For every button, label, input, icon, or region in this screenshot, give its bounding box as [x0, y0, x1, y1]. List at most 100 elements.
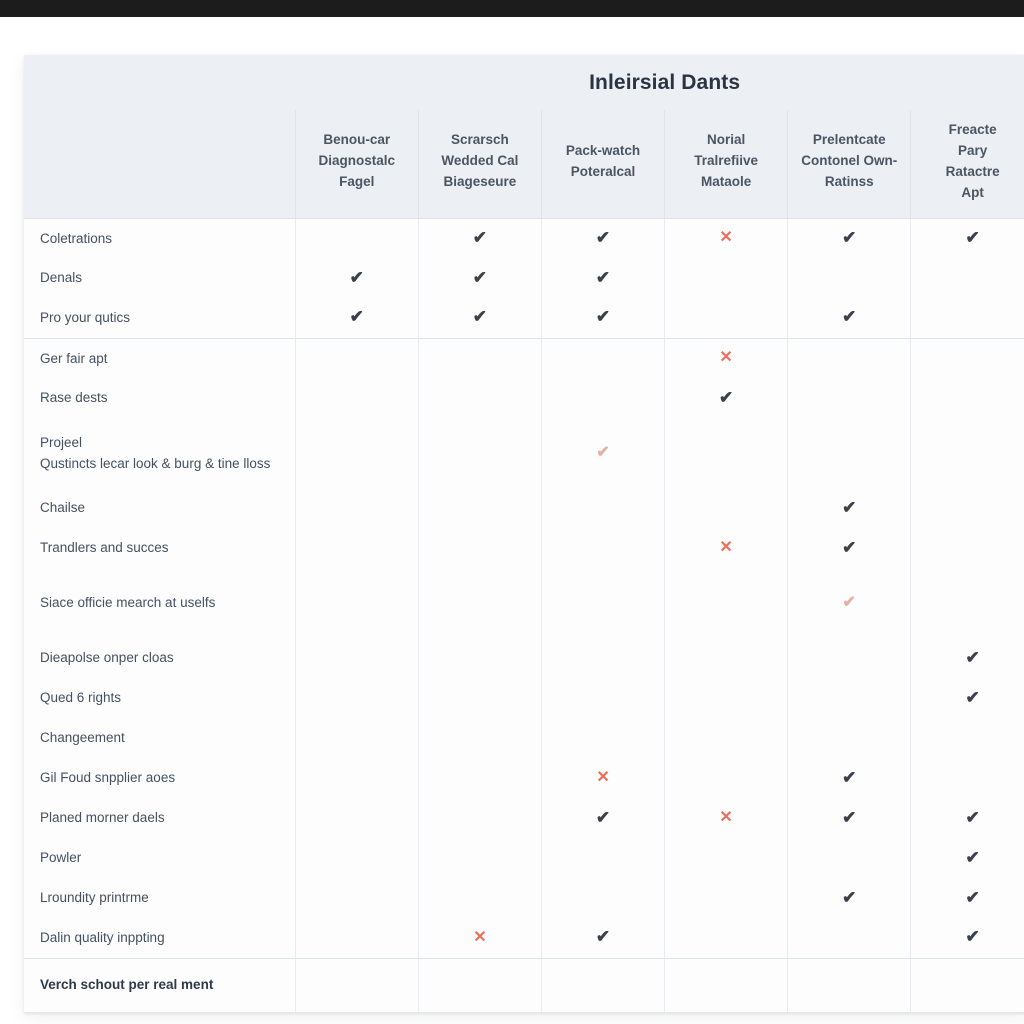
matrix-cell[interactable] — [417, 418, 542, 489]
matrix-cell[interactable] — [664, 678, 788, 719]
matrix-cell[interactable] — [787, 638, 911, 679]
matrix-cell[interactable]: ✕ — [664, 337, 788, 379]
matrix-cell[interactable]: ✔ — [787, 528, 911, 569]
matrix-cell[interactable] — [540, 957, 665, 1013]
matrix-cell[interactable]: ✕ — [664, 218, 788, 259]
matrix-cell[interactable] — [294, 488, 419, 529]
matrix-cell[interactable] — [664, 418, 788, 489]
column-header-6[interactable]: Freacte Pary Ratactre Apt — [910, 110, 1024, 219]
matrix-cell[interactable] — [294, 838, 419, 879]
matrix-cell[interactable] — [417, 378, 542, 419]
matrix-cell[interactable] — [664, 488, 788, 529]
matrix-cell[interactable]: ✔ — [910, 638, 1024, 679]
matrix-cell[interactable] — [540, 878, 665, 919]
matrix-cell[interactable] — [910, 488, 1024, 529]
matrix-cell[interactable]: ✔ — [540, 298, 665, 339]
matrix-cell[interactable]: ✔ — [787, 488, 911, 529]
matrix-cell[interactable] — [294, 528, 419, 569]
matrix-cell[interactable]: ✔ — [417, 258, 542, 299]
matrix-cell[interactable] — [664, 838, 788, 879]
matrix-cell[interactable]: ✔ — [294, 258, 419, 299]
matrix-cell[interactable]: ✔ — [910, 218, 1024, 259]
matrix-cell[interactable] — [787, 918, 911, 959]
matrix-cell[interactable]: ✔ — [787, 568, 911, 639]
matrix-cell[interactable] — [294, 418, 419, 489]
matrix-cell[interactable] — [787, 678, 911, 719]
matrix-cell[interactable] — [540, 718, 665, 759]
matrix-cell[interactable] — [664, 758, 788, 799]
matrix-cell[interactable] — [417, 957, 542, 1013]
matrix-cell[interactable] — [417, 638, 542, 679]
matrix-cell[interactable] — [540, 568, 665, 639]
matrix-cell[interactable]: ✔ — [787, 758, 911, 799]
matrix-cell[interactable] — [294, 218, 419, 259]
matrix-cell[interactable]: ✕ — [540, 758, 665, 799]
matrix-cell[interactable] — [417, 337, 542, 379]
matrix-cell[interactable] — [294, 957, 419, 1013]
matrix-cell[interactable] — [417, 878, 542, 919]
matrix-cell[interactable] — [787, 337, 911, 379]
matrix-cell[interactable] — [417, 568, 542, 639]
matrix-cell[interactable] — [540, 838, 665, 879]
matrix-cell[interactable]: ✔ — [910, 798, 1024, 839]
matrix-cell[interactable]: ✔ — [910, 918, 1024, 959]
matrix-cell[interactable] — [540, 378, 665, 419]
matrix-cell[interactable] — [417, 678, 542, 719]
matrix-cell[interactable] — [787, 957, 911, 1013]
matrix-cell[interactable] — [910, 418, 1024, 489]
matrix-cell[interactable]: ✔ — [787, 878, 911, 919]
matrix-cell[interactable] — [294, 758, 419, 799]
matrix-cell[interactable] — [910, 337, 1024, 379]
matrix-cell[interactable]: ✔ — [540, 418, 665, 489]
column-header-4[interactable]: Norial Tralrefiive Mataole — [664, 110, 788, 219]
matrix-cell[interactable]: ✔ — [540, 258, 665, 299]
matrix-cell[interactable]: ✔ — [417, 298, 542, 339]
matrix-cell[interactable] — [664, 878, 788, 919]
matrix-cell[interactable]: ✕ — [664, 798, 788, 839]
matrix-cell[interactable]: ✔ — [787, 298, 911, 339]
matrix-cell[interactable]: ✔ — [910, 678, 1024, 719]
matrix-cell[interactable] — [417, 758, 542, 799]
matrix-cell[interactable]: ✔ — [787, 218, 911, 259]
matrix-cell[interactable] — [417, 718, 542, 759]
matrix-cell[interactable] — [787, 418, 911, 489]
matrix-cell[interactable] — [664, 638, 788, 679]
matrix-cell[interactable]: ✔ — [417, 218, 542, 259]
matrix-cell[interactable] — [910, 528, 1024, 569]
matrix-cell[interactable]: ✔ — [910, 878, 1024, 919]
matrix-cell[interactable] — [294, 918, 419, 959]
matrix-cell[interactable] — [664, 918, 788, 959]
matrix-cell[interactable] — [540, 488, 665, 529]
column-header-5[interactable]: Prelentcate Contonel Own- Ratinss — [787, 110, 911, 219]
matrix-cell[interactable] — [787, 838, 911, 879]
matrix-cell[interactable]: ✕ — [417, 918, 542, 959]
column-header-3[interactable]: Pack-watch Poteralcal — [540, 110, 665, 219]
matrix-cell[interactable] — [294, 718, 419, 759]
matrix-cell[interactable] — [664, 258, 788, 299]
matrix-cell[interactable] — [910, 718, 1024, 759]
matrix-cell[interactable] — [910, 957, 1024, 1013]
matrix-cell[interactable] — [294, 798, 419, 839]
matrix-cell[interactable] — [664, 957, 788, 1013]
column-header-1[interactable]: Benou-car Diagnostalc Fagel — [294, 110, 419, 219]
matrix-cell[interactable]: ✕ — [664, 528, 788, 569]
matrix-cell[interactable] — [910, 298, 1024, 339]
matrix-cell[interactable] — [294, 678, 419, 719]
matrix-cell[interactable] — [417, 488, 542, 529]
matrix-cell[interactable]: ✔ — [540, 798, 665, 839]
matrix-cell[interactable] — [787, 718, 911, 759]
matrix-cell[interactable] — [540, 337, 665, 379]
matrix-cell[interactable] — [294, 337, 419, 379]
matrix-cell[interactable] — [294, 568, 419, 639]
matrix-cell[interactable] — [910, 378, 1024, 419]
matrix-cell[interactable]: ✔ — [787, 798, 911, 839]
matrix-cell[interactable] — [664, 568, 788, 639]
matrix-cell[interactable] — [294, 378, 419, 419]
matrix-cell[interactable] — [787, 258, 911, 299]
matrix-cell[interactable] — [540, 678, 665, 719]
matrix-cell[interactable] — [540, 528, 665, 569]
matrix-cell[interactable] — [417, 798, 542, 839]
matrix-cell[interactable] — [910, 258, 1024, 299]
matrix-cell[interactable] — [664, 718, 788, 759]
column-header-2[interactable]: Scrarsch Wedded Cal Biageseure — [417, 110, 542, 219]
